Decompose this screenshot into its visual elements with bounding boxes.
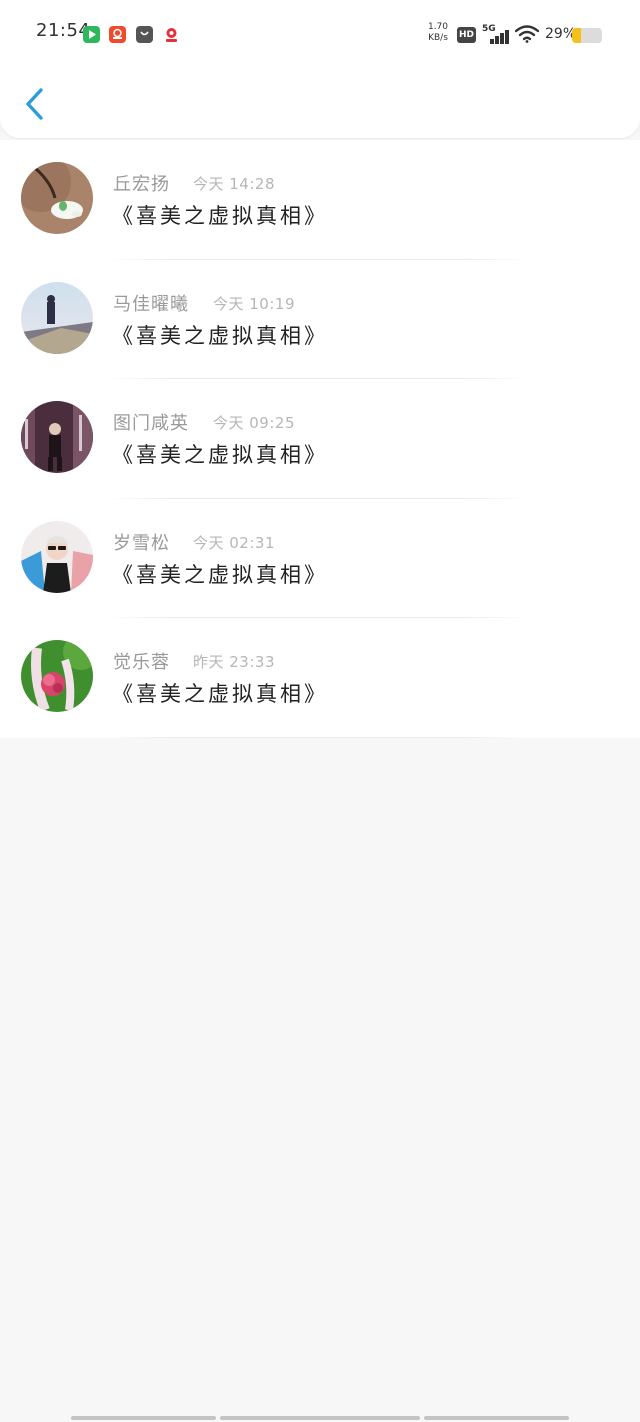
hd-badge: HD xyxy=(457,27,476,43)
message-time: 今天 10:19 xyxy=(213,294,295,313)
shopping-app-icon xyxy=(109,26,126,43)
divider xyxy=(105,736,530,738)
home-indicator-segment xyxy=(71,1416,216,1420)
list-item[interactable]: 觉乐蓉 昨天 23:33 《喜美之虚拟真相》 xyxy=(0,618,640,738)
sender-name: 岁雪松 xyxy=(113,532,170,554)
signal-label: 5G xyxy=(482,24,496,34)
message-text: 《喜美之虚拟真相》 xyxy=(112,682,328,707)
list-item[interactable]: 岁雪松 今天 02:31 《喜美之虚拟真相》 xyxy=(0,499,640,619)
message-list: 丘宏扬 今天 14:28 《喜美之虚拟真相》 马佳曜曦 今天 10:19 《喜美… xyxy=(0,140,640,738)
wifi-icon xyxy=(514,25,540,47)
video-app-icon xyxy=(83,26,100,43)
home-indicator-segment xyxy=(424,1416,569,1420)
person-sky-avatar[interactable] xyxy=(21,281,93,354)
signal-icon: 5G xyxy=(482,24,510,44)
top-header: 21:54 1.70 KB/s HD 5G 29% xyxy=(0,0,640,138)
sender-name: 图门咸英 xyxy=(113,413,189,435)
message-time: 今天 09:25 xyxy=(213,414,295,433)
list-item[interactable]: 图门咸英 今天 09:25 《喜美之虚拟真相》 xyxy=(0,379,640,499)
stage-portrait-avatar[interactable] xyxy=(21,401,93,474)
message-text: 《喜美之虚拟真相》 xyxy=(112,562,328,587)
message-text: 《喜美之虚拟真相》 xyxy=(112,204,328,228)
red-flower-avatar[interactable] xyxy=(21,640,93,713)
sunglasses-person-avatar[interactable] xyxy=(21,520,93,593)
sender-name: 丘宏扬 xyxy=(113,174,170,195)
sender-name: 觉乐蓉 xyxy=(113,652,170,674)
message-time: 今天 02:31 xyxy=(193,533,275,552)
home-indicator-segment xyxy=(220,1416,420,1420)
message-time: 昨天 23:33 xyxy=(193,653,275,672)
list-item[interactable]: 丘宏扬 今天 14:28 《喜美之虚拟真相》 xyxy=(0,140,640,260)
sender-name: 马佳曜曦 xyxy=(113,293,189,315)
toy-figure-avatar[interactable] xyxy=(21,162,93,234)
chevron-left-icon xyxy=(26,88,43,120)
store-bag-icon xyxy=(136,26,153,43)
message-time: 今天 14:28 xyxy=(193,175,275,193)
battery-icon xyxy=(572,28,602,43)
status-bar: 21:54 1.70 KB/s HD 5G 29% xyxy=(0,0,640,66)
back-button[interactable] xyxy=(16,82,56,126)
network-speed: 1.70 KB/s xyxy=(426,22,450,44)
message-text: 《喜美之虚拟真相》 xyxy=(112,443,328,468)
message-text: 《喜美之虚拟真相》 xyxy=(112,323,328,348)
network-speed-value: 1.70 xyxy=(427,22,449,32)
network-speed-unit: KB/s xyxy=(428,33,448,43)
map-pin-app-icon xyxy=(163,26,180,43)
battery-fill xyxy=(572,28,581,43)
list-item[interactable]: 马佳曜曦 今天 10:19 《喜美之虚拟真相》 xyxy=(0,260,640,380)
